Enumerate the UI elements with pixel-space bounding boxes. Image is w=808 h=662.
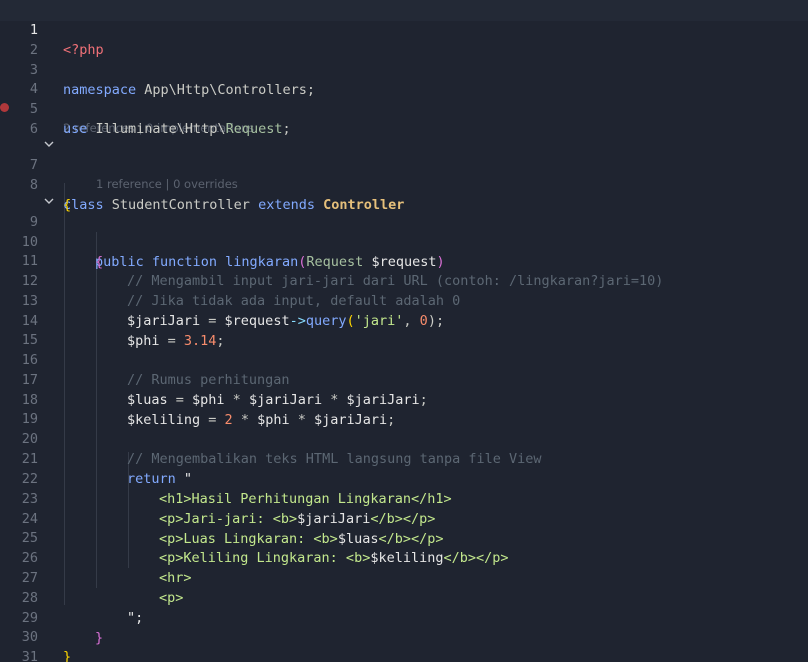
code-line-20[interactable]: 20 // Mengembalikan teks HTML langsung t… [0,409,808,467]
code-line-19[interactable]: 19 [0,389,808,427]
code-line-22[interactable]: 22 <h1>Hasil Perhitungan Lingkaran</h1> [0,449,808,507]
code-line-9[interactable]: 9 public function lingkaran(Request $req… [0,192,808,270]
code-line-28[interactable]: 28 "; [0,568,808,626]
code-line-5[interactable]: 5 use Illuminate\Http\Request; [0,79,808,137]
code-line-17[interactable]: 17 $luas = $phi * $jariJari * $jariJari; [0,350,808,408]
code-line-6[interactable]: 6 [0,99,808,137]
codelens-method-references[interactable]: 1 reference | 0 overrides [96,176,238,192]
code-line-12[interactable]: 12 // Jika tidak ada input, default adal… [0,251,808,309]
code-line-18[interactable]: 18 $keliling = 2 * $phi * $jariJari; [0,370,808,428]
line-number: 31 [21,649,38,662]
code-line-11[interactable]: 11 // Mengambil input jari-jari dari URL… [0,231,808,289]
code-line-3[interactable]: 3 namespace App\Http\Controllers; [0,40,808,98]
code-line-14[interactable]: 14 $phi = 3.14; [0,291,808,349]
code-line-27[interactable]: 27 <p> [0,548,808,606]
code-line-4[interactable]: 4 [0,59,808,97]
code-line-24[interactable]: 24 <p>Luas Lingkaran: <b>$luas</b></p> [0,489,808,547]
chevron-down-icon[interactable] [42,135,56,155]
code-line-16[interactable]: 16 // Rumus perhitungan [0,330,808,388]
code-line-10[interactable]: 10 { [0,212,808,270]
code-line-23[interactable]: 23 <p>Jari-jari: <b>$jariJari</b></p> [0,469,808,527]
code-line-13[interactable]: 13 $jariJari = $request->query('jari', 0… [0,271,808,329]
code-line-25[interactable]: 25 <p>Keliling Lingkaran: <b>$keliling</… [0,508,808,566]
code-line-21[interactable]: 21 return " [0,429,808,487]
code-line-31[interactable]: 31 [0,627,808,662]
code-line-30[interactable]: 30 } [0,607,808,662]
code-editor[interactable]: 2 references | 0 implementations 1 refer… [0,0,808,662]
code-line-29[interactable]: 29 } [0,588,808,646]
code-line-8[interactable]: 8 { [0,155,808,213]
code-line-15[interactable]: 15 [0,310,808,348]
code-line-1[interactable]: 1 <?php [0,0,808,58]
code-line-26[interactable]: 26 <hr> [0,528,808,586]
code-line-2[interactable]: 2 [0,20,808,58]
code-line-7[interactable]: 7 class StudentController extends Contro… [0,135,808,213]
brace: } [63,649,72,662]
chevron-down-icon[interactable] [42,192,56,212]
